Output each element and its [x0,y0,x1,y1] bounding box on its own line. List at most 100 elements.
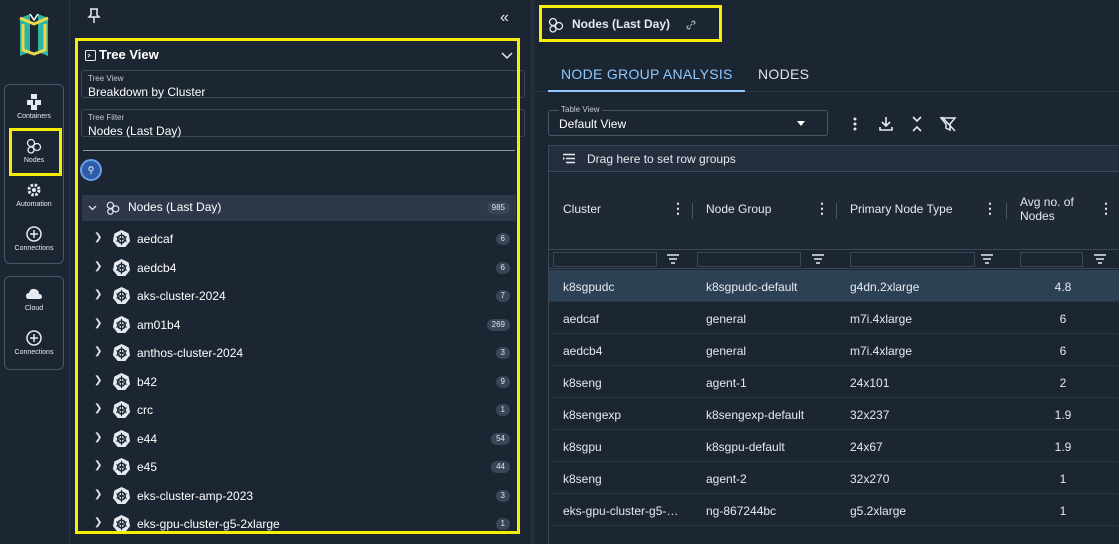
cell-node-group: k8sengexp-default [706,408,805,422]
rail-item-cloud[interactable]: Cloud [5,285,63,325]
column-menu-icon[interactable]: ⋮ [1099,200,1113,217]
chevron-down-icon[interactable] [88,205,97,211]
table-row[interactable]: k8sgpu k8sgpu-default 24x67 1.9 [549,430,1119,462]
column-header-avg-nodes[interactable]: Avg no. of Nodes ⋮ [1007,173,1119,249]
count-badge: 7 [495,290,510,302]
rail-item-containers[interactable]: Containers [5,93,63,133]
column-header-label: Node Group [706,202,772,216]
filter-input-node-type[interactable] [850,252,975,267]
chevron-down-icon[interactable] [501,52,513,60]
tree-filter-field-value: Nodes (Last Day) [88,124,182,138]
data-grid: Drag here to set row groups Cluster ⋮ No… [548,145,1119,544]
table-row[interactable]: aedcaf general m7i.4xlarge 6 [549,302,1119,334]
cell-avg-nodes: 6 [1059,312,1067,326]
tree-item[interactable]: ❯ anthos-cluster-2024 3 [82,339,516,367]
column-menu-icon[interactable]: ⋮ [815,200,829,217]
more-vertical-icon[interactable] [846,115,864,133]
tree-view-header[interactable]: Tree View [83,46,515,68]
tree-item[interactable]: ❯ aedcb4 6 [82,254,516,282]
tab-nodes[interactable]: NODES [758,66,809,82]
filter-input-node-group[interactable] [697,252,801,267]
tree-item[interactable]: ❯ b42 9 [82,368,516,396]
collapse-all-icon[interactable] [908,115,926,133]
column-header-cluster[interactable]: Cluster ⋮ [549,173,692,249]
tab-node-group-analysis[interactable]: NODE GROUP ANALYSIS [561,66,733,82]
filter-icon[interactable] [1092,251,1108,267]
cell-avg-nodes: 1.9 [1054,408,1072,422]
tree-item[interactable]: ❯ aks-cluster-2024 7 [82,282,516,310]
chevron-right-icon[interactable]: ❯ [94,261,102,272]
chevron-right-icon[interactable]: ❯ [94,232,102,243]
table-row[interactable]: k8sengexp k8sengexp-default 32x237 1.9 [549,398,1119,430]
filter-input-avg-nodes[interactable] [1020,252,1083,267]
chevron-right-icon[interactable]: ❯ [94,318,102,329]
cell-avg-nodes: 1.9 [1054,440,1072,454]
column-header-primary-node-type[interactable]: Primary Node Type ⋮ [837,173,1005,249]
table-row[interactable]: eks-gpu-cluster-g5-… ng-867244bc g5.2xlarg… [549,494,1119,526]
column-header-label: Primary Node Type [850,202,953,216]
chevron-right-icon[interactable]: ❯ [94,460,102,471]
chevron-right-icon[interactable]: ❯ [94,432,102,443]
chevron-right-icon[interactable]: ❯ [94,289,102,300]
chevron-right-icon[interactable]: ❯ [94,517,102,528]
rail-item-nodes[interactable]: Nodes [5,137,63,177]
count-badge: 6 [495,261,510,274]
table-view-select[interactable]: Table View Default View [548,105,828,136]
link-icon[interactable] [685,19,697,31]
rail-item-automation[interactable]: Automation [5,181,63,221]
table-row[interactable]: k8seng agent-1 24x101 2 [549,366,1119,398]
table-row[interactable]: k8sgpudc k8sgpudc-default g4dn.2xlarge 4.8 [549,270,1119,302]
column-header-node-group[interactable]: Node Group ⋮ [693,173,836,249]
cell-node-type: 32x237 [850,408,890,422]
table-row[interactable]: aedcb4 general m7i.4xlarge 6 [549,334,1119,366]
chevron-right-icon[interactable]: ❯ [94,346,102,357]
cell-node-group: k8sgpu-default [706,440,785,454]
tree-item[interactable]: ❯ am01b4 269 [82,311,516,339]
tree-view-title: Tree View [99,47,159,62]
rail-item-cloud-connections[interactable]: Connections [5,329,63,369]
tree-item[interactable]: ❯ eks-gpu-cluster-g5-2xlarge 1 [82,510,516,538]
tree-filter-select[interactable]: Tree Filter Nodes (Last Day) [81,109,525,138]
tree-item[interactable]: ❯ crc 1 [82,396,516,424]
chevron-right-icon[interactable]: ❯ [94,489,102,500]
tree-root-row[interactable]: Nodes (Last Day) 985 [82,195,516,221]
kubernetes-icon [112,372,131,390]
nodes-icon [106,201,120,215]
tree-item[interactable]: ❯ aedcaf 6 [82,225,516,253]
column-menu-icon[interactable]: ⋮ [671,200,685,217]
rail-item-connections[interactable]: Connections [5,225,63,265]
filter-input-cluster[interactable] [553,252,657,267]
cell-cluster: k8sgpudc [563,280,615,294]
containers-icon [27,94,41,110]
row-group-drop-zone[interactable]: Drag here to set row groups [549,146,1119,172]
rail-label: Cloud [24,305,44,312]
filter-icon[interactable] [810,251,826,267]
count-badge: 3 [495,489,510,502]
pin-icon[interactable] [87,8,101,24]
filter-icon[interactable] [979,251,995,267]
chevron-right-icon[interactable]: ❯ [94,375,102,386]
filter-icon[interactable] [665,251,681,267]
cell-node-type: m7i.4xlarge [850,312,913,326]
clear-filter-icon[interactable] [939,115,957,133]
download-icon[interactable] [877,115,895,133]
tree-item[interactable]: ❯ eks-cluster-amp-2023 3 [82,482,516,510]
cell-cluster: k8seng [563,472,602,486]
cell-cluster: aedcaf [563,312,600,326]
tree-item[interactable]: ❯ e44 54 [82,425,516,453]
tree-view-select[interactable]: Tree View Breakdown by Cluster [81,70,525,99]
search-button[interactable]: ⚲ [80,159,102,181]
table-row[interactable]: k8seng agent-2 32x270 1 [549,462,1119,494]
kubernetes-icon [112,315,131,333]
column-menu-icon[interactable]: ⋮ [983,200,997,217]
cell-node-group: ng-867244bc [706,504,777,518]
tree-item-label: aks-cluster-2024 [137,289,226,303]
chevron-right-icon[interactable]: ❯ [94,403,102,414]
rail-group-main: Containers Nodes Automation Connections [4,84,64,264]
count-badge: 3 [495,347,510,359]
collapse-panel-icon[interactable]: « [500,9,509,27]
cell-node-group: agent-2 [706,472,747,486]
kubernetes-icon [112,343,131,362]
tree-item[interactable]: ❯ e45 44 [82,453,516,481]
nodes-icon [26,138,42,154]
